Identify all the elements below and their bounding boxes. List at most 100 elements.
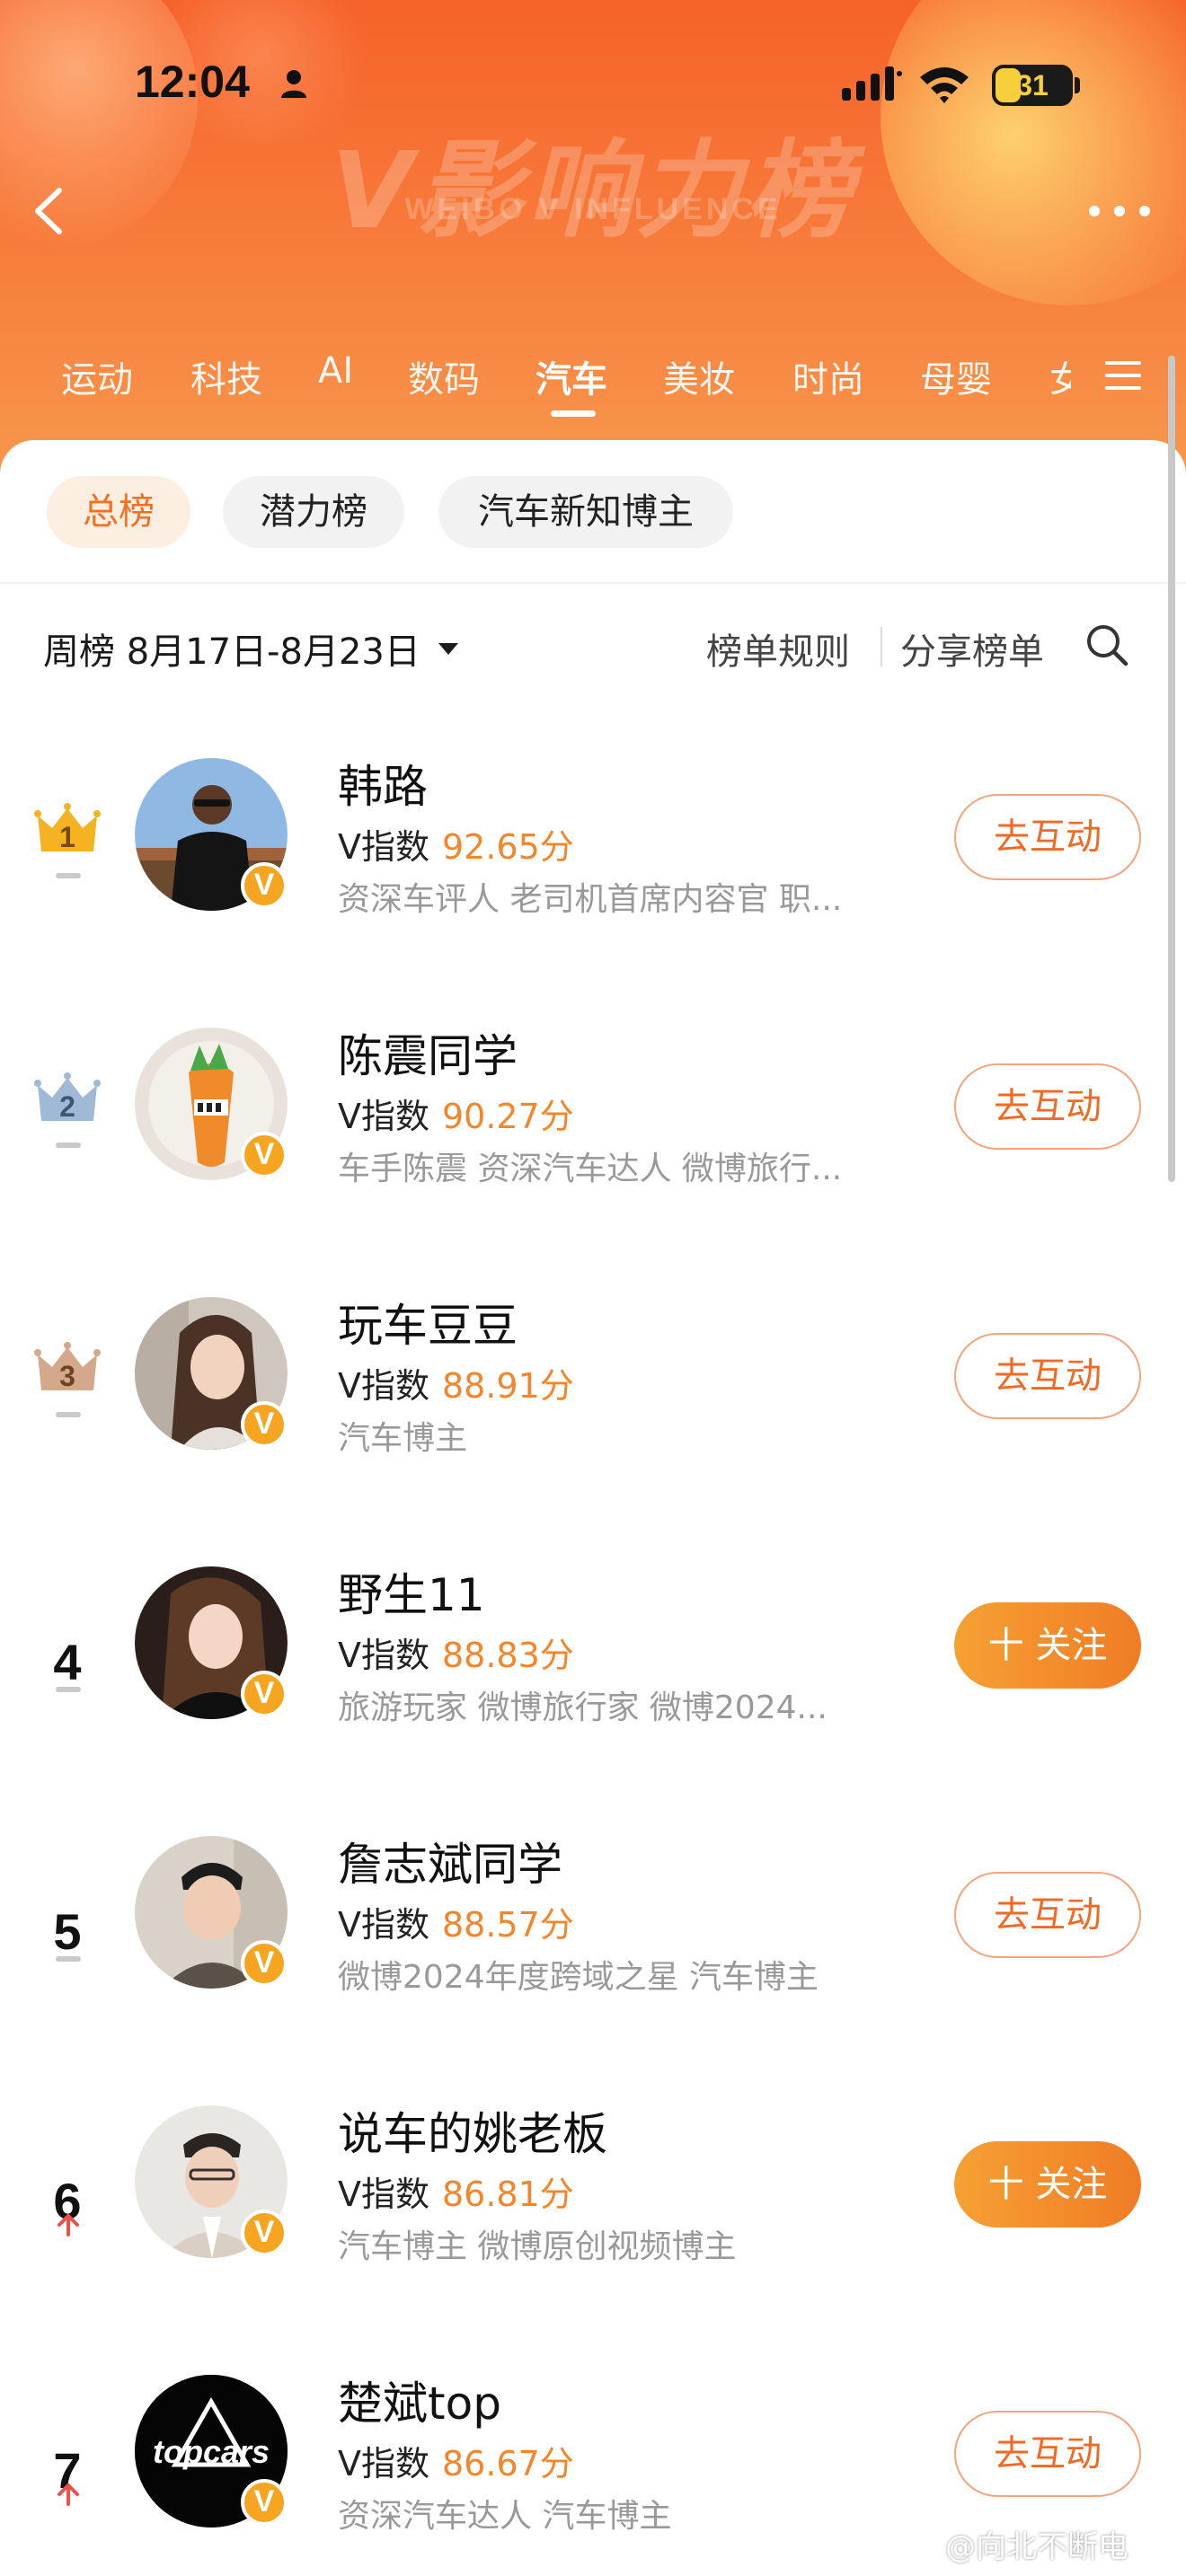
chevron-down-icon[interactable] bbox=[438, 643, 458, 655]
battery-cap bbox=[1075, 77, 1080, 93]
user-description: 车手陈震 资深汽车达人 微博旅行... bbox=[338, 1151, 843, 1187]
ranking-row[interactable]: 5 V 詹志斌同学 V指数 88.57分 微博2024年度跨域之星 汽车博主 去互… bbox=[0, 1825, 1186, 2095]
v-index: V指数 90.27分 bbox=[338, 1089, 574, 1138]
user-name[interactable]: 说车的姚老板 bbox=[338, 2098, 607, 2163]
v-index-label: V指数 bbox=[338, 1366, 429, 1406]
user-description: 汽车博主 bbox=[338, 1420, 468, 1457]
user-name[interactable]: 韩路 bbox=[338, 751, 428, 816]
interact-button[interactable]: 去互动 bbox=[954, 2411, 1141, 2497]
user-name[interactable]: 詹志斌同学 bbox=[338, 1829, 562, 1893]
tab-digital[interactable]: 数码 bbox=[408, 350, 480, 404]
link-separator bbox=[881, 627, 882, 666]
verified-badge-icon: V bbox=[241, 1940, 288, 1987]
active-tab-indicator bbox=[551, 410, 596, 417]
tab-ai[interactable]: AI bbox=[318, 350, 353, 404]
interact-button[interactable]: 去互动 bbox=[954, 1063, 1141, 1150]
rank-number: 3 bbox=[59, 1360, 75, 1392]
user-description: 旅游玩家 微博旅行家 微博2024... bbox=[338, 1689, 828, 1726]
cellular-signal-icon bbox=[842, 66, 902, 101]
v-index: V指数 88.83分 bbox=[338, 1628, 574, 1677]
tab-sports[interactable]: 运动 bbox=[61, 350, 133, 404]
v-index: V指数 92.65分 bbox=[338, 819, 574, 869]
v-index-label: V指数 bbox=[338, 1905, 429, 1945]
tab-partial-left[interactable] bbox=[0, 350, 5, 404]
verified-badge-icon: V bbox=[241, 2479, 288, 2526]
v-index-label: V指数 bbox=[338, 1636, 429, 1675]
v-index-label: V指数 bbox=[338, 827, 429, 867]
verified-badge-icon: V bbox=[241, 1671, 288, 1717]
tab-beauty[interactable]: 美妆 bbox=[663, 350, 735, 404]
v-index: V指数 88.91分 bbox=[338, 1358, 574, 1407]
subtab-potential[interactable]: 潜力榜 bbox=[223, 476, 404, 548]
weibo-watermark: @向北不断电 bbox=[945, 2529, 1128, 2565]
v-index-score: 88.91分 bbox=[442, 1366, 574, 1406]
user-description: 汽车博主 微博原创视频博主 bbox=[338, 2228, 737, 2265]
v-index-score: 88.57分 bbox=[442, 1905, 574, 1945]
person-icon bbox=[281, 70, 306, 98]
interact-button[interactable]: 去互动 bbox=[954, 794, 1141, 880]
interact-button[interactable]: 去互动 bbox=[954, 1333, 1141, 1419]
user-description: 资深车评人 老司机首席内容官 职... bbox=[338, 881, 843, 918]
subtab-new-auto-bloggers[interactable]: 汽车新知博主 bbox=[438, 476, 733, 548]
ranking-row[interactable]: 3 V 玩车豆豆 V指数 88.91分 汽车博主 去互动 bbox=[0, 1286, 1186, 1556]
rank-unchanged-icon bbox=[56, 1956, 81, 1962]
menu-icon[interactable] bbox=[1102, 356, 1145, 395]
rank-up-arrow-icon bbox=[58, 2483, 79, 2506]
topcars-logo-text: topcars bbox=[153, 2433, 270, 2470]
share-ranking-link[interactable]: 分享榜单 bbox=[900, 622, 1044, 675]
user-name[interactable]: 陈震同学 bbox=[338, 1020, 518, 1085]
ranking-rules-link[interactable]: 榜单规则 bbox=[706, 622, 850, 675]
more-options-button[interactable] bbox=[1084, 198, 1155, 225]
ranking-row[interactable]: 2 V 陈震同学 V指数 90.27分 车手陈震 资深汽车达人 微博旅行... 去… bbox=[0, 1017, 1186, 1286]
ranking-row[interactable]: 4 V 野生11 V指数 88.83分 旅游玩家 微博旅行家 微博2024... … bbox=[0, 1556, 1186, 1825]
v-index: V指数 86.67分 bbox=[338, 2436, 574, 2485]
rank-number: 4 bbox=[53, 1634, 82, 1690]
v-index-score: 86.81分 bbox=[442, 2175, 574, 2214]
v-index-score: 86.67分 bbox=[442, 2444, 574, 2483]
v-index-label: V指数 bbox=[338, 2444, 429, 2483]
v-index-label: V指数 bbox=[338, 2175, 429, 2214]
v-index-label: V指数 bbox=[338, 1097, 429, 1136]
verified-badge-icon: V bbox=[241, 1401, 288, 1448]
ranking-row[interactable]: 6 V 说车的姚老板 V指数 86.81分 汽车博主 微博原创视频博主 十 关注 bbox=[0, 2095, 1186, 2364]
v-index-score: 90.27分 bbox=[442, 1097, 574, 1136]
back-button[interactable] bbox=[22, 180, 75, 243]
verified-badge-icon: V bbox=[241, 1132, 288, 1178]
v-index-score: 92.65分 bbox=[442, 827, 574, 867]
divider bbox=[0, 582, 1186, 584]
battery-level-text: 31 bbox=[1016, 69, 1049, 101]
rank-number: 1 bbox=[59, 821, 75, 853]
status-time: 12:04 bbox=[135, 57, 250, 107]
rank-unchanged-icon bbox=[56, 873, 81, 878]
battery-icon: 31 bbox=[992, 65, 1073, 106]
tab-tech[interactable]: 科技 bbox=[190, 350, 262, 404]
period-selector[interactable]: 周榜 8月17日-8月23日 bbox=[43, 622, 420, 675]
follow-button[interactable]: 十 关注 bbox=[954, 2141, 1141, 2228]
verified-badge-icon: V bbox=[241, 2210, 288, 2256]
ranking-row[interactable]: 1 V 韩路 V指数 92.65分 资深车评人 老司机首席内容官 职... 去互动 bbox=[0, 747, 1186, 1017]
user-name[interactable]: 楚斌top bbox=[338, 2368, 501, 2432]
rank-unchanged-icon bbox=[56, 1412, 81, 1417]
interact-button[interactable]: 去互动 bbox=[954, 1872, 1141, 1958]
tab-fashion[interactable]: 时尚 bbox=[792, 350, 864, 404]
tab-auto[interactable]: 汽车 bbox=[535, 350, 607, 404]
rank-number: 2 bbox=[59, 1090, 75, 1123]
verified-badge-icon: V bbox=[241, 862, 288, 909]
page-subtitle: WEIBO V INFLUENCE bbox=[404, 192, 782, 226]
search-icon[interactable] bbox=[1084, 622, 1130, 668]
v-index-score: 88.83分 bbox=[442, 1636, 574, 1675]
v-index: V指数 88.57分 bbox=[338, 1897, 574, 1946]
tab-partial-right[interactable]: 女 bbox=[1049, 350, 1071, 404]
tab-parenting[interactable]: 母婴 bbox=[920, 350, 992, 404]
user-name[interactable]: 玩车豆豆 bbox=[338, 1290, 518, 1354]
user-name[interactable]: 野生11 bbox=[338, 1559, 485, 1624]
subtab-overall[interactable]: 总榜 bbox=[47, 476, 190, 548]
rank-number: 5 bbox=[53, 1903, 82, 1960]
rank-unchanged-icon bbox=[56, 1142, 81, 1148]
user-description: 微博2024年度跨域之星 汽车博主 bbox=[338, 1959, 819, 1996]
follow-button[interactable]: 十 关注 bbox=[954, 1602, 1141, 1689]
user-description: 资深汽车达人 汽车博主 bbox=[338, 2498, 672, 2535]
v-index: V指数 86.81分 bbox=[338, 2166, 574, 2216]
category-tabs: 运动 科技 AI 数码 汽车 美妆 时尚 母婴 女 bbox=[0, 341, 1186, 440]
rank-up-arrow-icon bbox=[58, 2214, 79, 2236]
